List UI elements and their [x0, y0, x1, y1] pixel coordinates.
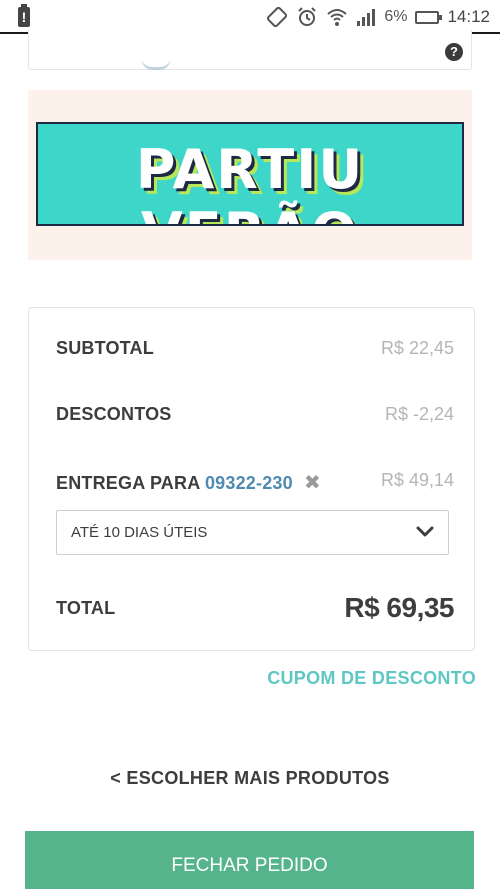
- delivery-value: R$ 49,14: [380, 470, 454, 490]
- help-icon[interactable]: ?: [445, 43, 463, 61]
- battery-percent: 6%: [384, 8, 408, 25]
- checkout-button[interactable]: FECHAR PEDIDO: [25, 831, 474, 889]
- decorative-arc: [141, 58, 171, 70]
- delivery-row: ENTREGA PARA 09322-230 ✖ R$ 49,14: [56, 470, 454, 500]
- discount-value: R$ -2,24: [384, 404, 454, 424]
- alarm-icon: [298, 7, 317, 26]
- subtotal-value: R$ 22,45: [380, 338, 454, 358]
- coupon-link[interactable]: CUPOM DE DESCONTO: [267, 668, 476, 689]
- signal-icon: [357, 9, 376, 26]
- subtotal-row: SUBTOTAL R$ 22,45: [56, 338, 454, 368]
- delivery-label-group: ENTREGA PARA 09322-230 ✖: [56, 470, 321, 495]
- battery-icon: [415, 10, 443, 24]
- promo-banner-image: PARTIU VERÃO: [36, 122, 464, 226]
- shipping-option-value: ATÉ 10 DIAS ÚTEIS: [71, 524, 208, 541]
- product-card: ?: [28, 30, 472, 70]
- remove-zip-icon[interactable]: ✖: [304, 470, 321, 495]
- chevron-down-icon: [416, 526, 434, 537]
- clock: 14:12: [447, 7, 490, 26]
- screen-rotate-icon: [267, 6, 288, 28]
- order-summary: SUBTOTAL R$ 22,45 DESCONTOS R$ -2,24 ENT…: [28, 307, 475, 651]
- total-row: TOTAL R$ 69,35: [56, 592, 454, 628]
- delivery-zip[interactable]: 09322-230: [205, 473, 293, 493]
- status-bar: ! 6% 14:12: [0, 0, 500, 34]
- battery-alert-icon: !: [18, 4, 30, 27]
- discount-label: DESCONTOS: [56, 404, 172, 424]
- promo-banner-text: PARTIU VERÃO: [135, 138, 365, 224]
- wifi-icon: [327, 9, 347, 26]
- subtotal-label: SUBTOTAL: [56, 338, 154, 358]
- status-icons: 6% 14:12: [266, 6, 490, 28]
- continue-shopping-link[interactable]: < ESCOLHER MAIS PRODUTOS: [0, 768, 500, 789]
- promo-banner[interactable]: PARTIU VERÃO: [28, 90, 472, 260]
- total-value: R$ 69,35: [344, 592, 454, 623]
- shipping-option-select[interactable]: ATÉ 10 DIAS ÚTEIS: [56, 510, 449, 555]
- total-label: TOTAL: [56, 598, 116, 618]
- discount-row: DESCONTOS R$ -2,24: [56, 404, 454, 434]
- delivery-label: ENTREGA PARA: [56, 473, 200, 493]
